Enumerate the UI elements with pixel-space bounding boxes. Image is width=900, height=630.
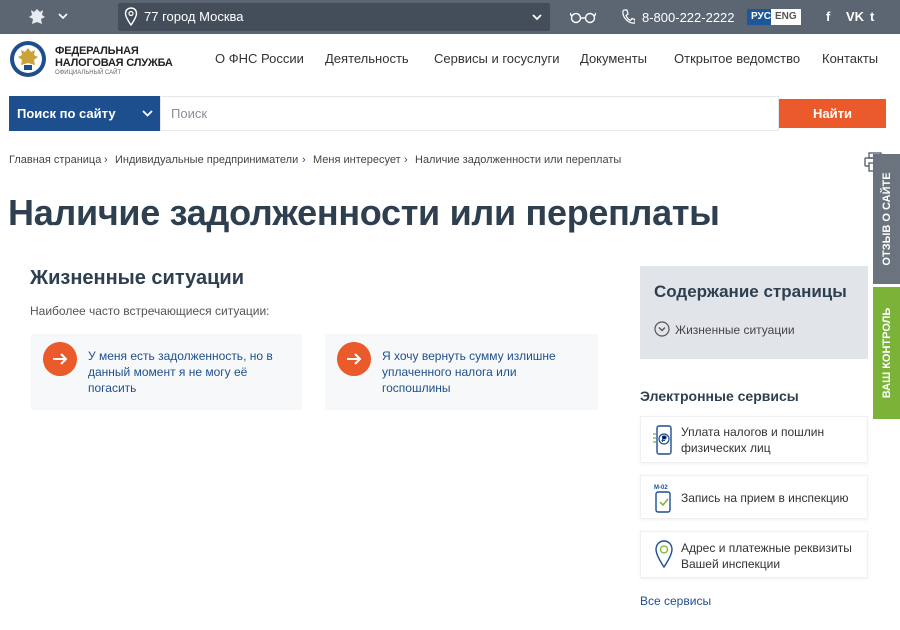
lang-en-button[interactable]: ENG bbox=[771, 9, 801, 25]
page-title: Наличие задолженности или переплаты bbox=[8, 192, 720, 233]
search-input[interactable] bbox=[160, 96, 779, 131]
feedback-side-tab[interactable]: ОТЗЫВ О САЙТЕ bbox=[873, 154, 900, 284]
situation-card-refund[interactable]: Я хочу вернуть сумму излишне уплаченного… bbox=[325, 334, 598, 410]
breadcrumb-separator-icon: › bbox=[404, 154, 408, 166]
logo-title-line2: НАЛОГОВАЯ СЛУЖБА bbox=[55, 57, 173, 69]
chevron-down-circle-icon[interactable] bbox=[654, 321, 670, 337]
page-contents-title: Содержание страницы bbox=[654, 282, 847, 301]
breadcrumb-current: Наличие задолженности или переплаты bbox=[415, 154, 622, 166]
situation-card-text: Я хочу вернуть сумму излишне уплаченного… bbox=[382, 349, 556, 395]
location-pin-icon bbox=[655, 540, 673, 569]
appointment-icon: М-02 bbox=[654, 485, 671, 513]
nav-item-about[interactable]: О ФНС России bbox=[215, 51, 304, 66]
fns-logo[interactable] bbox=[8, 39, 48, 79]
nav-item-contacts[interactable]: Контакты bbox=[822, 51, 878, 66]
phone-payment-icon bbox=[653, 425, 672, 455]
all-services-link[interactable]: Все сервисы bbox=[640, 594, 711, 608]
region-label: 77 город Москва bbox=[144, 9, 244, 24]
logo-subtitle: ОФИЦИАЛЬНЫЙ САЙТ bbox=[55, 70, 122, 76]
search-scope-select[interactable]: Поиск по сайту bbox=[9, 96, 160, 131]
arrow-right-icon bbox=[337, 342, 371, 376]
phone-icon bbox=[622, 9, 635, 24]
arrow-right-icon bbox=[43, 342, 77, 376]
breadcrumb-entrepreneurs[interactable]: Индивидуальные предприниматели bbox=[115, 154, 298, 166]
accessibility-glasses-icon[interactable] bbox=[570, 10, 596, 24]
search-scope-label: Поиск по сайту bbox=[17, 106, 116, 121]
facebook-icon[interactable]: f bbox=[826, 9, 830, 24]
situation-card-text: У меня есть задолженность, но в данный м… bbox=[88, 349, 273, 395]
nav-item-services[interactable]: Сервисы и госуслуги bbox=[434, 51, 559, 66]
hotline-phone[interactable]: 8-800-222-2222 bbox=[642, 10, 735, 25]
top-bar: 77 город Москва 8-800-222-2222 РУС ENG f… bbox=[0, 0, 900, 34]
service-card-text: Адрес и платежные реквизиты Вашей инспек… bbox=[681, 541, 852, 571]
chevron-down-icon[interactable] bbox=[56, 9, 70, 23]
location-pin-icon bbox=[124, 7, 138, 27]
section-title: Жизненные ситуации bbox=[30, 267, 245, 289]
nav-item-activity[interactable]: Деятельность bbox=[325, 51, 409, 66]
vk-icon[interactable]: VK bbox=[846, 9, 864, 24]
page-contents-box: Содержание страницы Жизненные ситуации bbox=[640, 266, 868, 359]
logo-title-line1: ФЕДЕРАЛЬНАЯ bbox=[55, 45, 139, 57]
page-contents-link[interactable]: Жизненные ситуации bbox=[675, 323, 795, 337]
section-subtitle: Наиболее часто встречающиеся ситуации: bbox=[30, 304, 270, 318]
service-card-tax-payment[interactable]: Уплата налогов и пошлин физических лиц bbox=[640, 416, 868, 463]
twitter-icon[interactable]: t bbox=[870, 9, 874, 24]
emblem-icon[interactable] bbox=[26, 6, 48, 28]
services-title: Электронные сервисы bbox=[640, 388, 799, 404]
breadcrumb-separator-icon: › bbox=[104, 154, 108, 166]
appointment-icon-label: М-02 bbox=[654, 485, 668, 491]
service-card-text: Уплата налогов и пошлин физических лиц bbox=[681, 425, 825, 455]
control-side-tab[interactable]: ВАШ КОНТРОЛЬ bbox=[873, 287, 900, 419]
control-tab-label: ВАШ КОНТРОЛЬ bbox=[880, 307, 893, 399]
breadcrumb-interests[interactable]: Меня интересует bbox=[313, 154, 401, 166]
chevron-down-icon bbox=[142, 110, 153, 117]
service-card-address[interactable]: Адрес и платежные реквизиты Вашей инспек… bbox=[640, 531, 868, 578]
breadcrumb-separator-icon: › bbox=[302, 154, 306, 166]
chevron-down-icon bbox=[532, 14, 542, 21]
nav-item-open-agency[interactable]: Открытое ведомство bbox=[674, 51, 800, 66]
situation-card-debt[interactable]: У меня есть задолженность, но в данный м… bbox=[31, 334, 302, 410]
search-button[interactable]: Найти bbox=[779, 99, 886, 128]
breadcrumb-home[interactable]: Главная страница bbox=[9, 154, 101, 166]
feedback-tab-label: ОТЗЫВ О САЙТЕ bbox=[880, 172, 893, 266]
nav-item-documents[interactable]: Документы bbox=[580, 51, 647, 66]
service-card-appointment[interactable]: М-02 Запись на прием в инспекцию bbox=[640, 475, 868, 519]
region-select[interactable]: 77 город Москва bbox=[118, 3, 550, 31]
service-card-text: Запись на прием в инспекцию bbox=[681, 491, 849, 505]
